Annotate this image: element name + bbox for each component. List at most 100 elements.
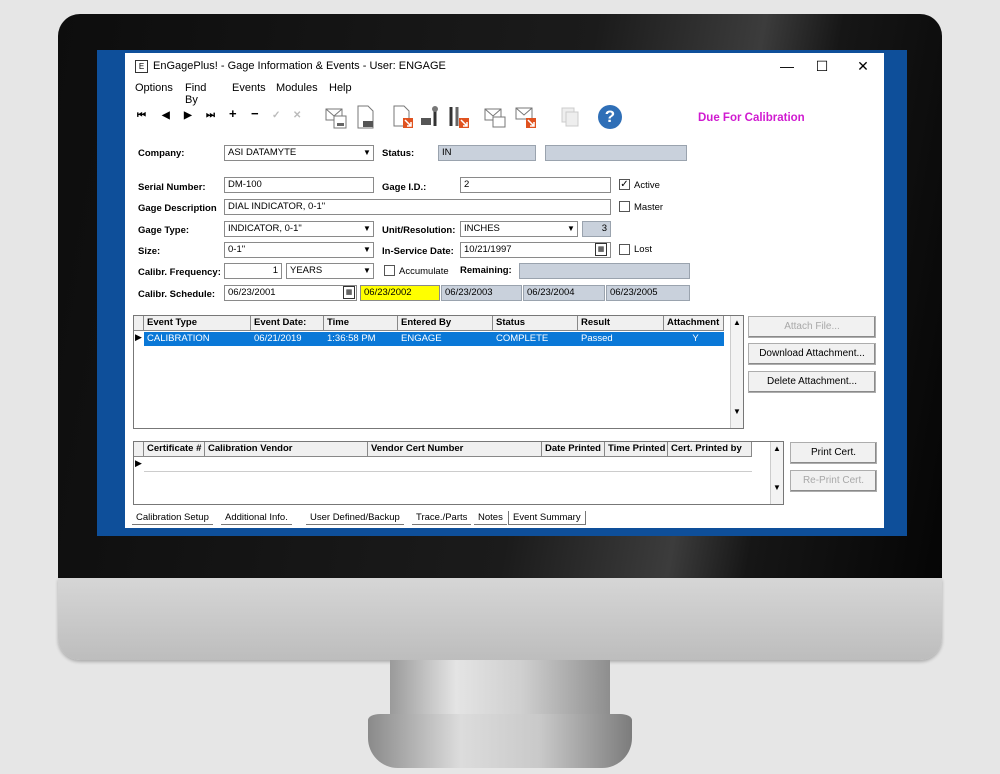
schedule-date-field[interactable]: 06/23/2001 [224,285,357,301]
menu-options[interactable]: Options [135,82,173,94]
column-header[interactable]: Date Printed [542,442,605,457]
column-header[interactable]: Certificate # [144,442,205,457]
table-cell: 06/21/2019 [254,333,302,344]
remaining-field [519,263,690,279]
cancel-edit-icon[interactable]: ✕ [293,110,301,121]
chevron-up-icon[interactable]: ▲ [731,318,743,327]
first-record-icon[interactable]: ⏮ [137,110,146,121]
unit-combo[interactable]: INCHES ▼ [460,221,578,237]
in-service-date-label: In-Service Date: [382,246,454,257]
gage-id-label: Gage I.D.: [382,182,427,193]
chevron-up-icon[interactable]: ▲ [771,444,783,453]
chevron-down-icon[interactable]: ▼ [361,243,373,257]
column-header[interactable]: Event Type [144,316,251,331]
scheduled-date-3: 06/23/2004 [523,285,605,301]
menu-events[interactable]: Events [232,82,266,94]
email-export-icon[interactable] [514,104,538,130]
in-service-date-field[interactable]: 10/21/1997 [460,242,611,258]
active-checkbox[interactable]: ✓ [619,179,630,190]
chevron-down-icon[interactable]: ▼ [361,222,373,236]
help-icon[interactable]: ? [598,105,622,129]
monitor-chin [58,578,942,660]
maximize-icon[interactable]: ☐ [811,56,833,76]
email-gage-icon[interactable] [324,104,348,130]
column-header[interactable]: Time Printed [605,442,668,457]
active-label: Active [634,180,660,191]
certificates-scrollbar[interactable]: ▲ ▼ [770,442,783,504]
table-row[interactable] [144,458,752,472]
add-record-icon[interactable]: + [229,106,237,121]
gage-id-field[interactable]: 2 [460,177,611,193]
table-cell: COMPLETE [496,333,549,344]
size-combo[interactable]: 0-1" ▼ [224,242,374,258]
tab-additional-info[interactable]: Additional Info. [221,511,292,525]
repair-tools-icon[interactable] [446,104,470,130]
delete-attachment-button[interactable]: Delete Attachment... [748,371,876,393]
column-header[interactable]: Time [324,316,398,331]
reprint-cert-button[interactable]: Re-Print Cert. [790,470,877,492]
column-header[interactable]: Vendor Cert Number [368,442,542,457]
chevron-down-icon[interactable]: ▼ [361,264,373,278]
delete-record-icon[interactable]: − [251,106,259,121]
gage-type-label: Gage Type: [138,225,190,236]
gage-tool-icon[interactable] [419,104,443,130]
status-detail-field [545,145,687,161]
download-attachment-button[interactable]: Download Attachment... [748,343,876,365]
next-record-icon[interactable]: ▶ [184,110,192,121]
company-combo[interactable]: ASI DATAMYTE ▼ [224,145,374,161]
tab-event-summary[interactable]: Event Summary [508,511,586,525]
chevron-down-icon[interactable]: ▼ [771,483,783,492]
calendar-icon[interactable]: ▦ [343,286,355,299]
tab-notes[interactable]: Notes [474,511,507,525]
tab-user-defined-backup[interactable]: User Defined/Backup [306,511,404,525]
serial-number-field[interactable]: DM-100 [224,177,374,193]
attach-file-button[interactable]: Attach File... [748,316,876,338]
scheduled-date-4: 06/23/2005 [606,285,690,301]
table-cell: ENGAGE [401,333,442,344]
events-scrollbar[interactable]: ▲ ▼ [730,316,743,428]
chevron-down-icon[interactable]: ▼ [565,222,577,236]
title-bar: E EnGagePlus! - Gage Information & Event… [125,53,884,79]
column-header[interactable]: Result [578,316,664,331]
column-header[interactable]: Calibration Vendor [205,442,368,457]
last-record-icon[interactable]: ⏭ [206,110,215,121]
column-header[interactable]: Status [493,316,578,331]
calendar-icon[interactable]: ▦ [595,243,607,256]
table-cell: 1:36:58 PM [327,333,376,344]
serial-number-label: Serial Number: [138,182,206,193]
column-header[interactable]: Event Date: [251,316,324,331]
chevron-down-icon[interactable]: ▼ [731,407,743,416]
table-cell: CALIBRATION [147,333,210,344]
frequency-field[interactable]: 1 [224,263,282,279]
frequency-unit-combo[interactable]: YEARS ▼ [286,263,374,279]
close-icon[interactable]: ✕ [852,56,874,76]
frequency-unit-value: YEARS [290,265,323,276]
document-export-icon[interactable] [391,104,415,130]
master-label: Master [634,202,664,213]
calibration-schedule-label: Calibr. Schedule: [138,289,216,300]
lost-checkbox[interactable] [619,244,630,255]
gage-type-combo[interactable]: INDICATOR, 0-1" ▼ [224,221,374,237]
column-header[interactable]: Entered By [398,316,493,331]
copy-icon[interactable] [558,104,582,130]
tab-calibration-setup[interactable]: Calibration Setup [132,511,213,525]
chevron-down-icon[interactable]: ▼ [361,146,373,160]
menu-help[interactable]: Help [329,82,352,94]
unit-resolution-label: Unit/Resolution: [382,225,456,236]
table-cell: Y [692,333,699,344]
minimize-icon[interactable]: — [776,56,798,76]
previous-record-icon[interactable]: ◀ [162,110,170,121]
print-cert-button[interactable]: Print Cert. [790,442,877,464]
document-icon[interactable] [353,104,377,130]
gage-description-field[interactable]: DIAL INDICATOR, 0-1" [224,199,611,215]
post-record-icon[interactable]: ✓ [272,110,280,121]
size-value: 0-1" [228,244,246,255]
menu-modules[interactable]: Modules [276,82,318,94]
column-header[interactable]: Attachment [664,316,724,331]
email-calibration-icon[interactable] [483,104,507,130]
column-header[interactable]: Cert. Printed by [668,442,752,457]
accumulate-checkbox[interactable] [384,265,395,276]
tab-trace-parts[interactable]: Trace./Parts [412,511,472,525]
next-due-date: 06/23/2002 [360,285,440,301]
master-checkbox[interactable] [619,201,630,212]
